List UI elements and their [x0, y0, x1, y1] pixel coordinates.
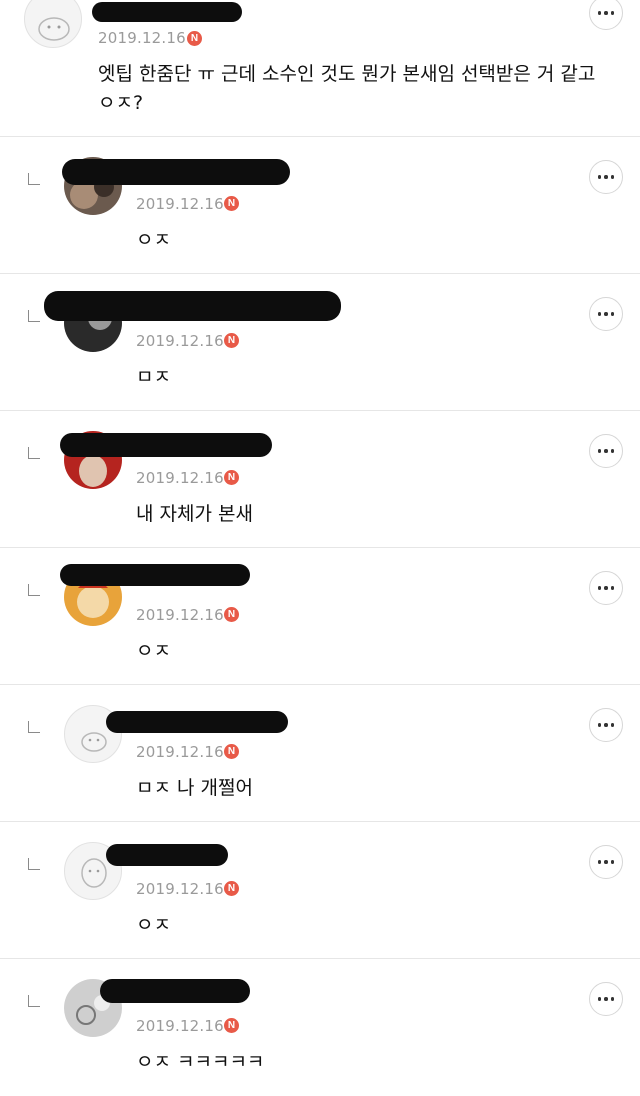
more-horizontal-icon — [597, 997, 602, 1001]
reply-arrow-icon — [28, 584, 40, 596]
redacted-username — [62, 159, 290, 185]
default-profile-icon — [38, 17, 70, 41]
reply-arrow-icon — [28, 447, 40, 459]
more-horizontal-icon — [597, 860, 602, 864]
redacted-username — [44, 291, 341, 321]
more-options-button[interactable] — [589, 434, 623, 468]
new-badge: N — [224, 196, 239, 211]
redacted-username — [60, 433, 272, 457]
more-horizontal-icon — [597, 723, 602, 727]
reply-arrow-icon — [28, 173, 40, 185]
more-options-button[interactable] — [589, 297, 623, 331]
reply-item: 2019.12.16 N ㅇㅈ — [0, 137, 640, 274]
comment-date: 2019.12.16 — [98, 29, 186, 47]
new-badge: N — [187, 31, 202, 46]
redacted-username — [60, 564, 250, 586]
comment-text: ㅇㅈ — [136, 229, 171, 251]
reply-arrow-icon — [28, 858, 40, 870]
new-badge: N — [224, 744, 239, 759]
user-avatar[interactable] — [24, 0, 82, 48]
more-options-button[interactable] — [589, 571, 623, 605]
more-horizontal-icon — [597, 312, 602, 316]
reply-item: 2019.12.16 N ㅇㅈ ㅋㅋㅋㅋㅋ — [0, 959, 640, 1096]
reply-arrow-icon — [28, 721, 40, 733]
comment-text: 엣팁 한줌단 ㅠ 근데 소수인 것도 뭔가 본새임 선택받은 거 같고 ㅇㅈ? — [98, 63, 596, 114]
comment-text: ㅁㅈ 나 개쩔어 — [136, 777, 253, 799]
redacted-username — [92, 2, 242, 22]
more-horizontal-icon — [597, 586, 602, 590]
reply-item: 2019.12.16 N ㅁㅈ 나 개쩔어 — [0, 685, 640, 822]
comment-date: 2019.12.16 — [136, 743, 224, 761]
reply-arrow-icon — [28, 995, 40, 1007]
reply-item: 2019.12.16 N 내 자체가 본새 — [0, 411, 640, 548]
more-options-button[interactable] — [589, 982, 623, 1016]
new-badge: N — [224, 607, 239, 622]
comment-item: 2019.12.16 N 엣팁 한줌단 ㅠ 근데 소수인 것도 뭔가 본새임 선… — [0, 0, 640, 137]
new-badge: N — [224, 881, 239, 896]
comment-date: 2019.12.16 — [136, 332, 224, 350]
new-badge: N — [224, 1018, 239, 1033]
comment-text: ㅁㅈ — [136, 366, 171, 388]
more-horizontal-icon — [597, 449, 602, 453]
more-options-button[interactable] — [589, 708, 623, 742]
comment-date: 2019.12.16 — [136, 469, 224, 487]
reply-item: 2019.12.16 N ㅇㅈ — [0, 822, 640, 959]
comment-text: ㅇㅈ — [136, 640, 171, 662]
redacted-username — [106, 711, 288, 733]
reply-arrow-icon — [28, 310, 40, 322]
more-options-button[interactable] — [589, 0, 623, 30]
more-horizontal-icon — [597, 11, 602, 15]
redacted-username — [100, 979, 250, 1003]
comment-text: ㅇㅈ — [136, 914, 171, 936]
new-badge: N — [224, 333, 239, 348]
reply-item: 2019.12.16 N ㅇㅈ — [0, 548, 640, 685]
comment-text: 내 자체가 본새 — [136, 503, 253, 525]
redacted-username — [106, 844, 228, 866]
comment-date: 2019.12.16 — [136, 1017, 224, 1035]
more-horizontal-icon — [597, 175, 602, 179]
reply-item: 2019.12.16 N ㅁㅈ — [0, 274, 640, 411]
comment-text: ㅇㅈ ㅋㅋㅋㅋㅋ — [136, 1051, 265, 1073]
comment-date: 2019.12.16 — [136, 606, 224, 624]
more-options-button[interactable] — [589, 845, 623, 879]
more-options-button[interactable] — [589, 160, 623, 194]
comment-date: 2019.12.16 — [136, 880, 224, 898]
comment-date: 2019.12.16 — [136, 195, 224, 213]
new-badge: N — [224, 470, 239, 485]
